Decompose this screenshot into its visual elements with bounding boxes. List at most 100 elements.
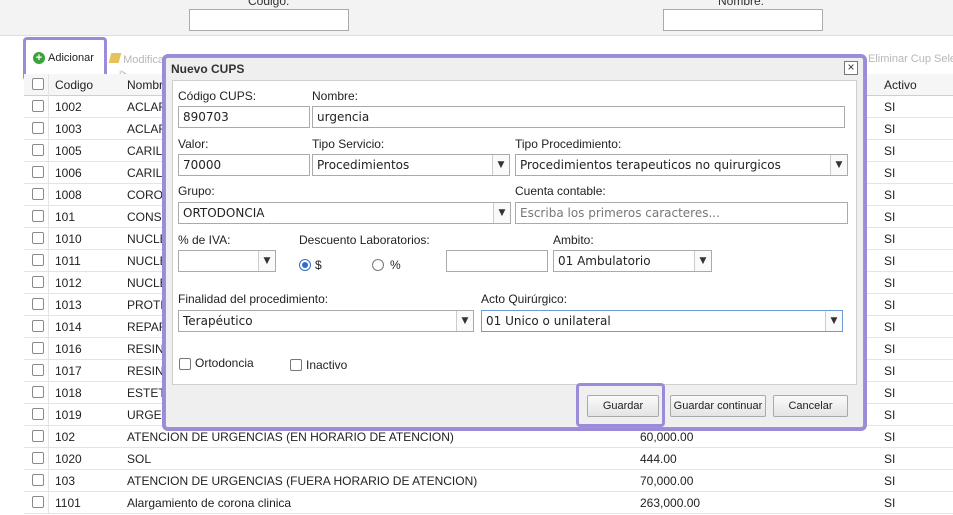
row-code: 1019: [55, 408, 82, 422]
inactive-checkbox[interactable]: [290, 359, 302, 371]
row-code: 1014: [55, 320, 82, 334]
surgical-select[interactable]: 01 Unico o unilateral ▼: [481, 310, 843, 332]
row-active: SI: [884, 100, 896, 114]
row-name: Alargamiento de corona clinica: [127, 496, 292, 510]
iva-select[interactable]: ▼: [178, 250, 276, 272]
row-value: 60,000.00: [640, 430, 694, 444]
dialog-form: Código CUPS: 890703 Nombre: urgencia Val…: [172, 80, 857, 385]
row-active: SI: [884, 188, 896, 202]
chevron-down-icon: ▼: [825, 311, 842, 331]
row-active: SI: [884, 342, 896, 356]
code-filter-input[interactable]: [189, 9, 349, 31]
row-checkbox[interactable]: [32, 298, 44, 310]
remove-cup-button[interactable]: Eliminar Cup Seleccionado: [868, 53, 953, 65]
row-code: 1011: [55, 254, 81, 268]
group-select[interactable]: ORTODONCIA ▼: [178, 202, 511, 224]
row-active: SI: [884, 408, 896, 422]
table-row[interactable]: 102 ATENCION DE URGENCIAS (EN HORARIO DE …: [24, 426, 953, 448]
row-checkbox[interactable]: [32, 100, 44, 112]
row-checkbox[interactable]: [32, 232, 44, 244]
name-input[interactable]: urgencia: [312, 106, 845, 128]
edit-button[interactable]: Modificar: [108, 53, 168, 66]
column-divider: [48, 492, 49, 514]
purpose-value: Terapéutico: [183, 314, 253, 328]
chevron-down-icon: ▼: [830, 155, 847, 175]
row-active: SI: [884, 452, 896, 466]
row-checkbox[interactable]: [32, 188, 44, 200]
table-row[interactable]: 1020 SOL 444.00 SI: [24, 448, 953, 470]
row-active: SI: [884, 166, 896, 180]
row-code: 1010: [55, 232, 82, 246]
code-cups-input[interactable]: 890703: [178, 106, 310, 128]
discount-percent-radio[interactable]: [372, 259, 384, 271]
row-code: 1013: [55, 298, 82, 312]
code-filter-label: Código:: [248, 0, 290, 8]
row-code: 1101: [55, 496, 81, 510]
row-checkbox[interactable]: [32, 364, 44, 376]
column-divider: [48, 470, 49, 492]
row-checkbox[interactable]: [32, 122, 44, 134]
row-code: 103: [55, 474, 76, 488]
chevron-down-icon: ▼: [492, 155, 509, 175]
row-checkbox[interactable]: [32, 496, 44, 508]
orthodontics-checkbox[interactable]: [179, 358, 191, 370]
discount-dollar-label: $: [315, 258, 322, 272]
save-continue-button[interactable]: Guardar continuar: [670, 395, 766, 417]
column-divider: [48, 162, 49, 184]
table-row[interactable]: 1101 Alargamiento de corona clinica 263,00…: [24, 492, 953, 514]
service-type-select[interactable]: Procedimientos ▼: [312, 154, 510, 176]
orthodontics-label: Ortodoncia: [195, 356, 254, 370]
discount-input[interactable]: [446, 250, 548, 272]
select-all-checkbox[interactable]: [32, 78, 44, 90]
chevron-down-icon: ▼: [456, 311, 473, 331]
row-checkbox[interactable]: [32, 408, 44, 420]
row-checkbox[interactable]: [32, 254, 44, 266]
row-checkbox[interactable]: [32, 144, 44, 156]
row-active: SI: [884, 254, 896, 268]
row-checkbox[interactable]: [32, 452, 44, 464]
row-checkbox[interactable]: [32, 276, 44, 288]
row-checkbox[interactable]: [32, 166, 44, 178]
cancel-button[interactable]: Cancelar: [773, 395, 848, 417]
ambit-label: Ambito:: [553, 233, 594, 247]
column-divider: [48, 206, 49, 228]
row-checkbox[interactable]: [32, 430, 44, 442]
chevron-down-icon: ▼: [258, 251, 275, 271]
group-label: Grupo:: [178, 184, 215, 198]
row-code: 101: [55, 210, 76, 224]
close-icon[interactable]: ×: [844, 61, 858, 75]
procedure-type-select[interactable]: Procedimientos terapeuticos no quirurgic…: [515, 154, 848, 176]
dialog-title: Nuevo CUPS: [171, 62, 245, 76]
row-checkbox[interactable]: [32, 210, 44, 222]
name-filter-label: Nombre:: [718, 0, 765, 8]
row-active: SI: [884, 386, 896, 400]
row-checkbox[interactable]: [32, 320, 44, 332]
row-active: SI: [884, 496, 896, 510]
row-code: 1012: [55, 276, 82, 290]
row-value: 70,000.00: [640, 474, 694, 488]
row-active: SI: [884, 144, 896, 158]
row-value: 263,000.00: [640, 496, 701, 510]
table-row[interactable]: 103 ATENCION DE URGENCIAS (FUERA HORARIO …: [24, 470, 953, 492]
row-checkbox[interactable]: [32, 386, 44, 398]
procedure-type-value: Procedimientos terapeuticos no quirurgic…: [520, 158, 781, 172]
remove-cup-label: Eliminar Cup Seleccionado: [868, 53, 953, 65]
row-code: 1006: [55, 166, 82, 180]
iva-label: % de IVA:: [178, 233, 231, 247]
column-divider: [48, 272, 49, 294]
purpose-select[interactable]: Terapéutico ▼: [178, 310, 474, 332]
header-name[interactable]: Nombre: [127, 78, 170, 92]
row-active: SI: [884, 474, 896, 488]
edit-button-label: Modificar: [123, 54, 168, 66]
discount-dollar-radio[interactable]: [299, 259, 311, 271]
ambit-select[interactable]: 01 Ambulatorio ▼: [553, 250, 712, 272]
header-active[interactable]: Activo: [884, 78, 917, 92]
column-divider: [48, 426, 49, 448]
row-checkbox[interactable]: [32, 342, 44, 354]
account-input[interactable]: Escriba los primeros caracteres...: [515, 202, 848, 224]
name-filter-input[interactable]: [663, 9, 823, 31]
header-code[interactable]: Codigo: [55, 78, 93, 92]
value-input[interactable]: 70000: [178, 154, 310, 176]
value-label: Valor:: [178, 137, 209, 151]
row-checkbox[interactable]: [32, 474, 44, 486]
